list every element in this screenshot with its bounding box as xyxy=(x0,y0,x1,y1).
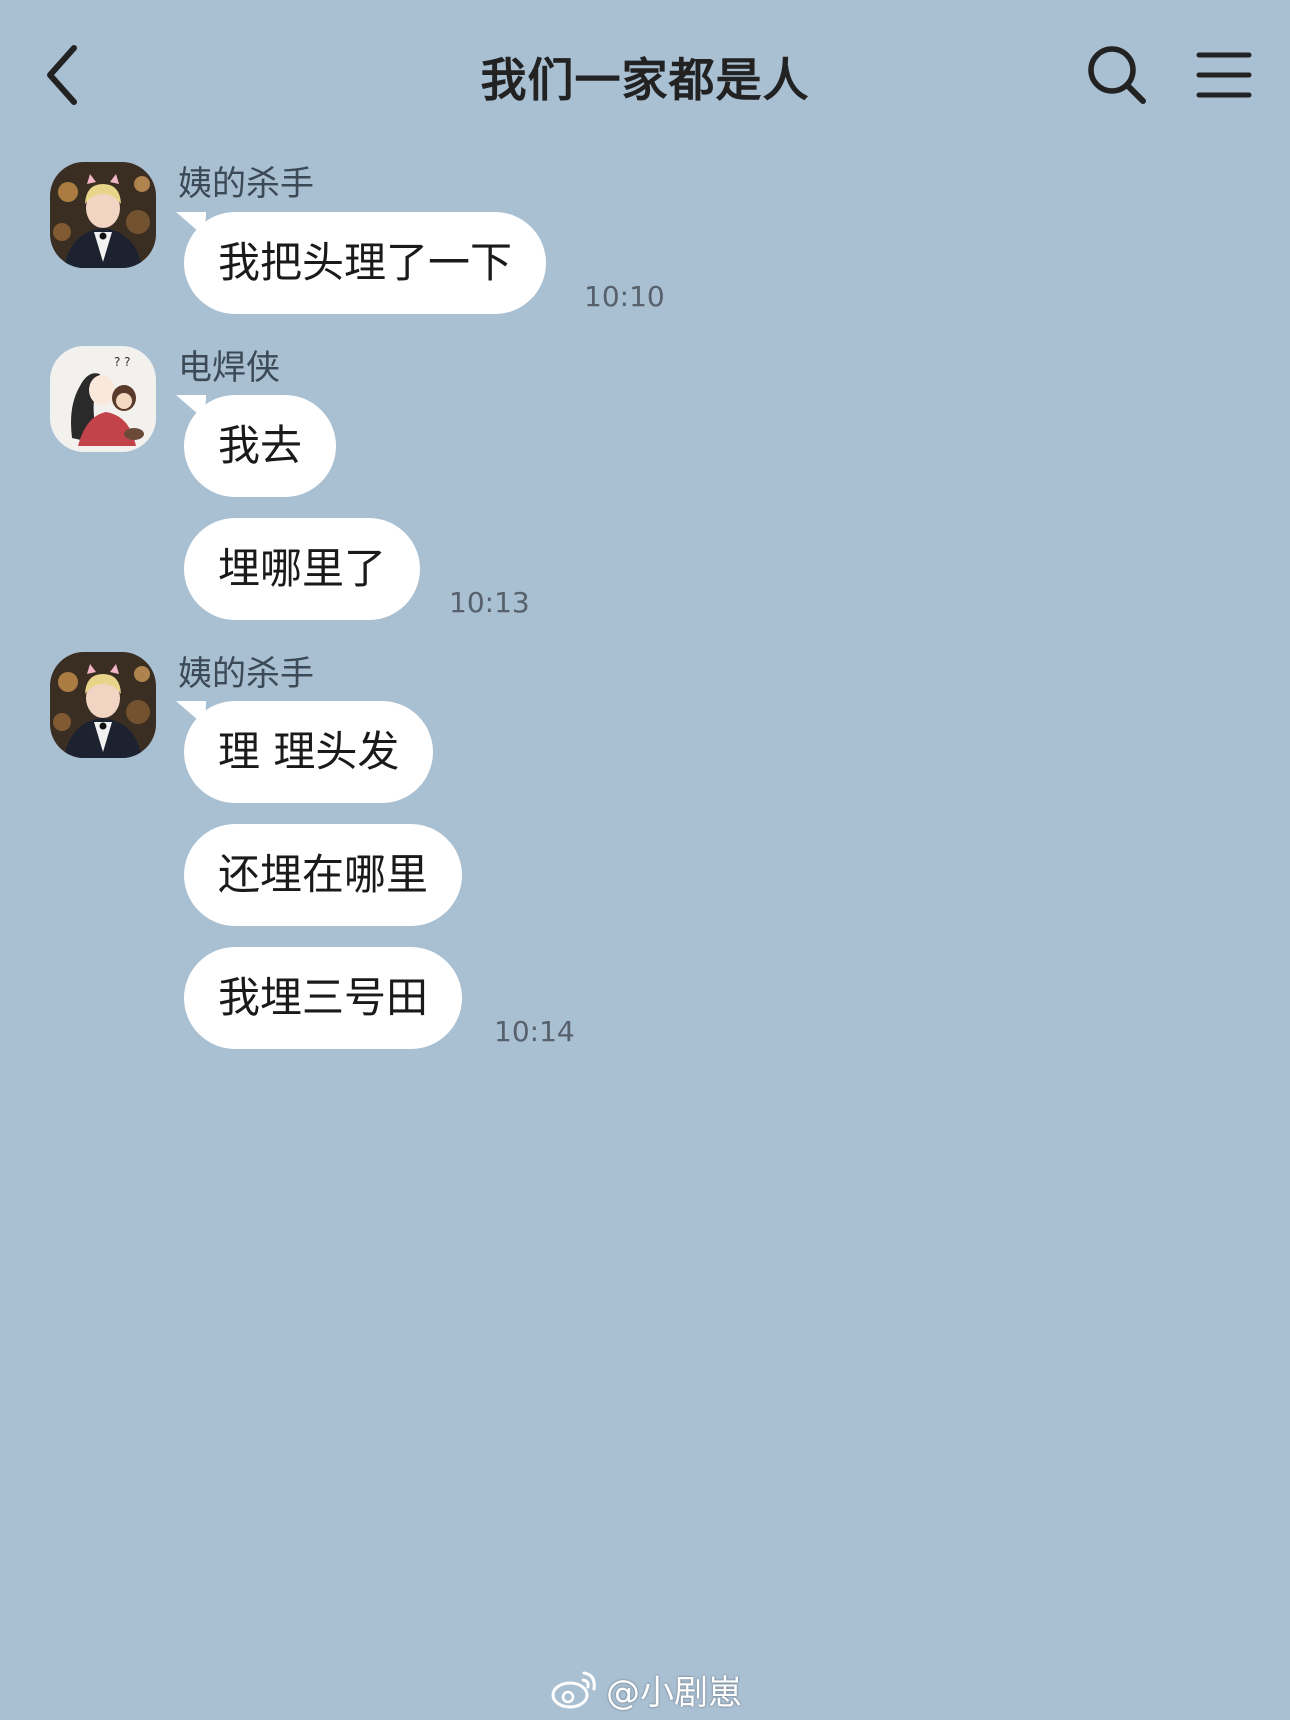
message-timestamp: 10:14 xyxy=(494,1015,575,1048)
chat-header: 我们一家都是人 xyxy=(0,0,1290,150)
message-timestamp: 10:10 xyxy=(584,280,665,313)
avatar-yi-de-shashou[interactable] xyxy=(50,162,156,268)
message-bubble[interactable]: 还埋在哪里 xyxy=(184,824,463,926)
message-bubble[interactable]: 理 理头发 xyxy=(184,701,434,803)
avatar-cartoon-icon: ? ? xyxy=(50,346,156,452)
message-bubble[interactable]: 我埋三号田 xyxy=(184,947,463,1049)
watermark-text: @小剧崽 xyxy=(606,1672,742,1713)
message-bubble[interactable]: 我把头理了一下 xyxy=(184,212,547,314)
weibo-logo-icon xyxy=(551,1671,596,1709)
svg-text:? ?: ? ? xyxy=(114,355,131,369)
search-icon xyxy=(1088,46,1146,104)
hamburger-menu-icon xyxy=(1196,52,1252,98)
sender-name: 姨的杀手 xyxy=(178,164,314,204)
avatar-photo-icon xyxy=(50,652,156,758)
message-bubble[interactable]: 埋哪里了 xyxy=(184,518,421,620)
menu-button[interactable] xyxy=(1196,50,1252,100)
avatar-dian-han-xia[interactable]: ? ? xyxy=(50,346,156,452)
search-button[interactable] xyxy=(1086,44,1148,106)
avatar-photo-icon xyxy=(50,162,156,268)
message-bubble[interactable]: 我去 xyxy=(184,395,337,497)
sender-name: 姨的杀手 xyxy=(178,654,314,694)
watermark: @小剧崽 xyxy=(550,1666,742,1713)
message-timestamp: 10:13 xyxy=(449,586,530,619)
sender-name: 电焊侠 xyxy=(178,348,280,388)
avatar-yi-de-shashou[interactable] xyxy=(50,652,156,758)
